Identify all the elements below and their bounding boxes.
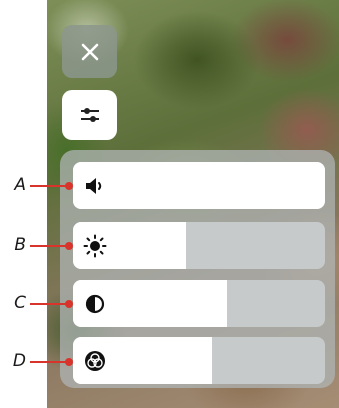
- callout-line-c: [30, 300, 73, 308]
- settings-button[interactable]: [62, 90, 117, 140]
- callout-line-a: [30, 182, 73, 190]
- callout-line-b: [30, 242, 73, 250]
- sliders-icon: [80, 108, 99, 122]
- close-icon: [81, 43, 98, 60]
- color-circles-icon: [83, 349, 107, 373]
- callout-label-c: C: [14, 293, 26, 313]
- volume-slider[interactable]: [73, 162, 325, 209]
- contrast-slider[interactable]: [73, 280, 325, 327]
- color-slider[interactable]: [73, 337, 325, 384]
- callout-label-b: B: [14, 235, 26, 255]
- contrast-icon: [83, 292, 107, 316]
- brightness-slider[interactable]: [73, 222, 325, 269]
- callout-label-d: D: [12, 351, 26, 371]
- callout-label-a: A: [14, 175, 26, 195]
- sun-icon: [83, 234, 107, 258]
- speaker-icon: [83, 174, 107, 198]
- volume-slider-fill: [73, 162, 325, 209]
- callout-line-d: [30, 358, 73, 366]
- close-button[interactable]: [62, 25, 117, 78]
